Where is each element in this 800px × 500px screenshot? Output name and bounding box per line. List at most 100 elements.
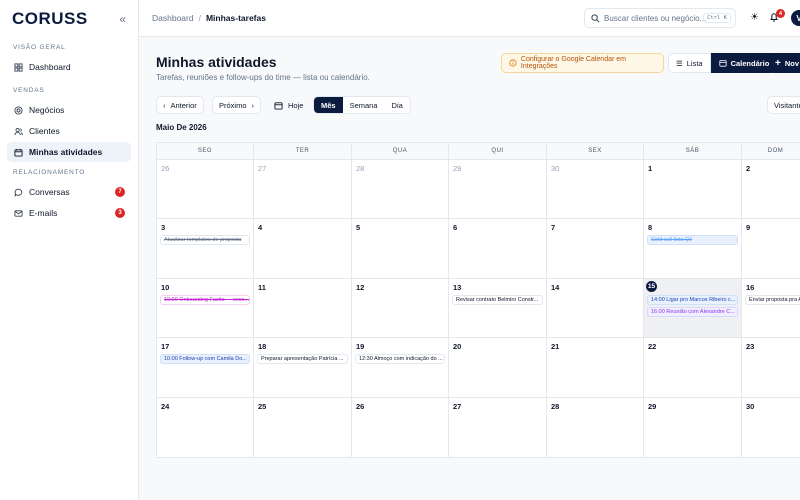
day-number: 17: [161, 342, 170, 351]
calendar-day-cell[interactable]: 9: [742, 219, 800, 279]
calendar-day-cell[interactable]: 18 Preparar apresentação Patrícia ...: [254, 338, 352, 398]
calendar-day-cell[interactable]: 24: [157, 398, 254, 457]
mode-day-button[interactable]: Dia: [385, 97, 410, 113]
calendar-mode-toggle: Mês Semana Dia: [313, 96, 411, 114]
sidebar-item-minhas-atividades[interactable]: Minhas atividades: [7, 142, 131, 162]
calendar-day-cell[interactable]: 16 Enviar proposta pra A...: [742, 279, 800, 338]
sidebar-section-label: VENDAS: [13, 87, 45, 94]
view-list-button[interactable]: ☰ Lista: [668, 53, 711, 73]
mode-week-button[interactable]: Semana: [343, 97, 385, 113]
calendar-event[interactable]: 10:00 Onboarding Fazita — sess...: [160, 295, 250, 305]
breadcrumb: Dashboard / Minhas-tarefas: [152, 13, 266, 23]
calendar-event[interactable]: 10:00 Follow-up com Camila Do...: [160, 354, 250, 364]
sidebar-item-e-mails[interactable]: E-mails 3: [7, 203, 131, 223]
calendar-day-cell[interactable]: 20: [449, 338, 547, 398]
calendar-day-cell[interactable]: 11: [254, 279, 352, 338]
calendar-day-cell[interactable]: 1: [644, 160, 742, 219]
previous-button[interactable]: ‹ Anterior: [156, 96, 204, 114]
list-icon: ☰: [676, 58, 683, 68]
plus-icon: +: [775, 57, 781, 69]
theme-toggle-icon[interactable]: ☀: [750, 12, 759, 23]
view-list-label: Lista: [686, 58, 703, 68]
calendar-day-cell[interactable]: 19 12:30 Almoço com indicação do ...: [352, 338, 449, 398]
calendar-icon: [13, 147, 23, 157]
calendar-event[interactable]: Enviar proposta pra A...: [745, 295, 800, 305]
day-number: 11: [258, 283, 266, 292]
mode-month-button[interactable]: Mês: [314, 97, 343, 113]
calendar-day-cell[interactable]: 30: [742, 398, 800, 457]
calendar-day-cell[interactable]: 21: [547, 338, 644, 398]
day-number: 26: [356, 402, 365, 411]
calendar-day-cell[interactable]: 14: [547, 279, 644, 338]
calendar-day-cell[interactable]: 23: [742, 338, 800, 398]
avatar[interactable]: V: [791, 10, 800, 26]
view-calendar-label: Calendário: [730, 58, 770, 68]
search-input[interactable]: Buscar clientes ou negócio... Ctrl K: [584, 8, 736, 28]
calendar-day-cell[interactable]: 27: [254, 160, 352, 219]
google-calendar-notice[interactable]: Configurar o Google Calendar em Integraç…: [501, 53, 664, 73]
calendar-day-cell[interactable]: 29: [644, 398, 742, 457]
notification-badge: 4: [776, 9, 785, 18]
calendar-day-cell[interactable]: 26: [157, 160, 254, 219]
calendar-day-cell[interactable]: 17 10:00 Follow-up com Camila Do...: [157, 338, 254, 398]
calendar-day-cell[interactable]: 22: [644, 338, 742, 398]
calendar-day-cell[interactable]: 26: [352, 398, 449, 457]
chevron-right-icon: ›: [251, 100, 255, 110]
calendar-day-cell[interactable]: 5: [352, 219, 449, 279]
day-number: 2: [746, 164, 751, 173]
day-number: 12: [356, 283, 365, 292]
calendar-day-cell[interactable]: 25: [254, 398, 352, 457]
main-content: Minhas atividades Tarefas, reuniões e fo…: [139, 37, 800, 500]
calendar-day-cell[interactable]: 27: [449, 398, 547, 457]
calendar-day-cell[interactable]: 29: [449, 160, 547, 219]
calendar-day-cell[interactable]: 3 Atualizar templates de proposta: [157, 219, 254, 279]
view-calendar-button[interactable]: Calendário: [710, 53, 778, 73]
weekday-header: SEG: [157, 143, 254, 160]
next-button[interactable]: Próximo ›: [212, 96, 262, 114]
calendar-day-cell[interactable]: 15 14:00 Ligar pro Marcos Ribeiro c... 16:…: [644, 279, 742, 338]
day-number: 3: [161, 223, 166, 232]
calendar-icon: [718, 60, 727, 67]
weekday-header: SÁB: [644, 143, 742, 160]
calendar-day-cell[interactable]: 28: [547, 398, 644, 457]
calendar-day-cell[interactable]: 12: [352, 279, 449, 338]
collapse-sidebar-icon[interactable]: «: [119, 12, 126, 26]
sidebar-item-negocios[interactable]: Negócios: [7, 100, 131, 120]
new-activity-button[interactable]: + Nov: [769, 53, 800, 73]
calendar-day-cell[interactable]: 7: [547, 219, 644, 279]
users-icon: [13, 126, 23, 136]
sidebar-item-label: E-mails: [29, 208, 58, 218]
today-button[interactable]: Hoje: [274, 96, 303, 114]
calendar-event[interactable]: Atualizar templates de proposta: [160, 235, 250, 245]
calendar-event[interactable]: Cold call lista Q1: [647, 235, 738, 245]
sidebar-item-dashboard[interactable]: Dashboard: [7, 57, 131, 77]
calendar-day-cell[interactable]: 2: [742, 160, 800, 219]
visitor-filter[interactable]: Visitante: [767, 96, 800, 114]
calendar-day-cell[interactable]: 8 Cold call lista Q1: [644, 219, 742, 279]
calendar-day-cell[interactable]: 30: [547, 160, 644, 219]
calendar-event[interactable]: 16:00 Reunião com Alexandre C...: [647, 307, 738, 317]
calendar-day-cell[interactable]: 28: [352, 160, 449, 219]
calendar-event[interactable]: Revisar contrato Belmiro Constr...: [452, 295, 543, 305]
weekday-header: SEX: [547, 143, 644, 160]
calendar-event[interactable]: 14:00 Ligar pro Marcos Ribeiro c...: [647, 295, 738, 305]
sidebar: CORUSS « VISÃO GERAL Dashboard VENDAS Negóc…: [0, 0, 139, 500]
calendar-day-cell[interactable]: 13 Revisar contrato Belmiro Constr...: [449, 279, 547, 338]
calendar-grid: SEG TER QUA QUI SEX SÁB DOM 26 27 28 29 30 1 2 3 Atuali…: [156, 142, 800, 458]
target-icon: [13, 105, 23, 115]
calendar-day-cell[interactable]: 4: [254, 219, 352, 279]
sidebar-item-conversas[interactable]: Conversas 7: [7, 182, 131, 202]
calendar-day-cell[interactable]: 10 10:00 Onboarding Fazita — sess...: [157, 279, 254, 338]
breadcrumb-current: Minhas-tarefas: [205, 13, 266, 23]
sidebar-item-label: Clientes: [29, 126, 60, 136]
calendar-event[interactable]: Preparar apresentação Patrícia ...: [257, 354, 348, 364]
breadcrumb-dashboard[interactable]: Dashboard: [152, 13, 194, 23]
day-number: 4: [258, 223, 263, 232]
chat-icon: [13, 187, 23, 197]
month-label: Maio De 2026: [156, 123, 207, 132]
calendar-day-cell[interactable]: 6: [449, 219, 547, 279]
day-number: 30: [746, 402, 755, 411]
sidebar-item-clientes[interactable]: Clientes: [7, 121, 131, 141]
calendar-event[interactable]: 12:30 Almoço com indicação do ...: [355, 354, 445, 364]
day-number: 23: [746, 342, 755, 351]
